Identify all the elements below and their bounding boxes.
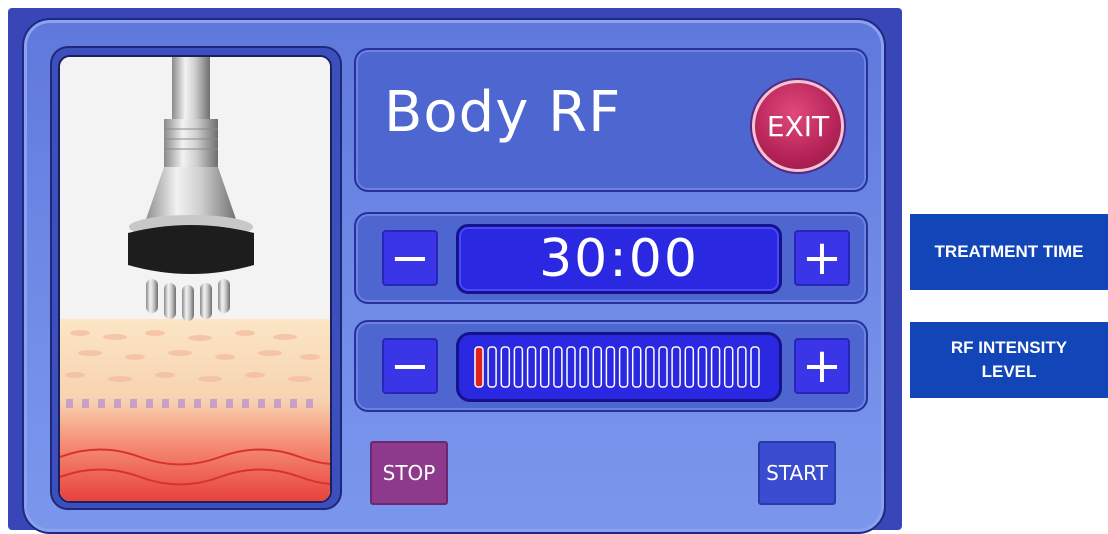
level-segment <box>539 346 550 388</box>
level-segment <box>605 346 616 388</box>
stop-button[interactable]: STOP <box>370 441 448 505</box>
level-segment <box>697 346 708 388</box>
level-segment <box>710 346 721 388</box>
level-segment <box>526 346 537 388</box>
level-segment <box>723 346 734 388</box>
treatment-time-caption: TREATMENT TIME <box>910 214 1108 290</box>
level-segment <box>579 346 589 388</box>
level-segment <box>487 346 497 388</box>
time-minus-button[interactable]: − <box>382 230 438 286</box>
level-segment <box>684 346 695 388</box>
rf-intensity-caption: RF INTENSITY LEVEL <box>910 322 1108 398</box>
level-segment <box>631 346 642 388</box>
level-segment <box>671 346 681 388</box>
title-panel: Body RF EXIT <box>354 48 868 192</box>
level-segment <box>592 346 603 388</box>
level-segment <box>553 346 563 388</box>
level-segment <box>513 346 524 388</box>
time-plus-button[interactable]: + <box>794 230 850 286</box>
level-segment <box>645 346 655 388</box>
level-segment <box>566 346 576 388</box>
intensity-plus-button[interactable]: + <box>794 338 850 394</box>
page-title: Body RF <box>384 80 622 145</box>
level-segment <box>500 346 511 388</box>
level-segment <box>618 346 629 388</box>
exit-button[interactable]: EXIT <box>752 80 844 172</box>
rf-handpiece-icon <box>60 57 330 501</box>
level-segment <box>474 346 484 388</box>
minus-icon: − <box>389 230 431 286</box>
rf-intensity-level-bar <box>456 332 782 402</box>
rf-intensity-caption-text: RF INTENSITY LEVEL <box>950 338 1068 381</box>
plus-icon: + <box>801 230 843 286</box>
plus-icon: + <box>801 338 843 394</box>
level-segment <box>658 346 668 388</box>
intensity-minus-button[interactable]: − <box>382 338 438 394</box>
level-bars <box>474 346 760 388</box>
minus-icon: − <box>389 338 431 394</box>
treatment-time-panel: − 30:00 + <box>354 212 868 304</box>
start-button[interactable]: START <box>758 441 836 505</box>
rf-intensity-panel: − + <box>354 320 868 412</box>
level-segment <box>750 346 760 388</box>
treatment-time-display: 30:00 <box>456 224 782 294</box>
level-segment <box>737 346 747 388</box>
treatment-time-caption-text: TREATMENT TIME <box>934 242 1084 262</box>
rf-handpiece-illustration <box>58 55 332 503</box>
